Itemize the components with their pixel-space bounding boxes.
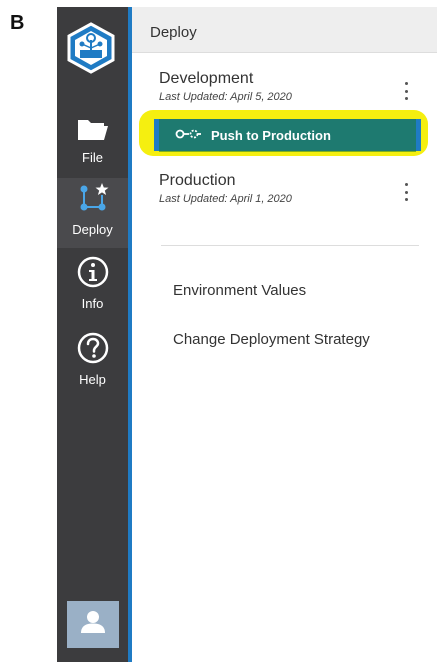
environment-name: Development <box>159 70 254 87</box>
change-deployment-strategy-link[interactable]: Change Deployment Strategy <box>173 331 370 348</box>
sidebar-item-file[interactable]: File <box>57 112 128 174</box>
sidebar-item-label: Deploy <box>72 222 113 237</box>
figure-label: B <box>10 12 25 34</box>
sidebar-item-label: Info <box>81 296 104 311</box>
more-options-icon[interactable] <box>400 80 412 102</box>
more-options-icon[interactable] <box>400 181 412 203</box>
environment-values-link[interactable]: Environment Values <box>173 282 306 299</box>
environment-name: Production <box>159 172 236 189</box>
environment-updated: Last Updated: April 5, 2020 <box>159 91 292 103</box>
sidebar-item-deploy[interactable]: Deploy <box>57 178 128 248</box>
avatar[interactable] <box>67 601 119 648</box>
deploy-network-hexagon-icon[interactable] <box>66 22 116 74</box>
panel-header: Deploy <box>132 7 437 53</box>
divider <box>161 245 419 246</box>
environment-updated: Last Updated: April 1, 2020 <box>159 193 292 205</box>
environment-development[interactable]: Development Last Updated: April 5, 2020 <box>159 70 292 103</box>
push-button-content[interactable]: Push to Production <box>175 128 331 143</box>
sidebar-item-help[interactable]: Help <box>57 332 128 396</box>
sidebar-item-info[interactable]: Info <box>57 256 128 320</box>
environment-production[interactable]: Production Last Updated: April 1, 2020 <box>159 172 292 205</box>
help-circle-icon <box>77 332 109 369</box>
pipeline-icon <box>175 128 211 143</box>
info-circle-icon <box>77 256 109 293</box>
user-icon <box>80 610 106 639</box>
sidebar-item-label: Help <box>79 372 106 387</box>
panel-title: Deploy <box>150 24 197 41</box>
folder-icon <box>76 116 110 147</box>
push-button-label: Push to Production <box>211 128 331 143</box>
sidebar-item-label: File <box>82 150 103 165</box>
deploy-nodes-icon <box>76 182 110 219</box>
